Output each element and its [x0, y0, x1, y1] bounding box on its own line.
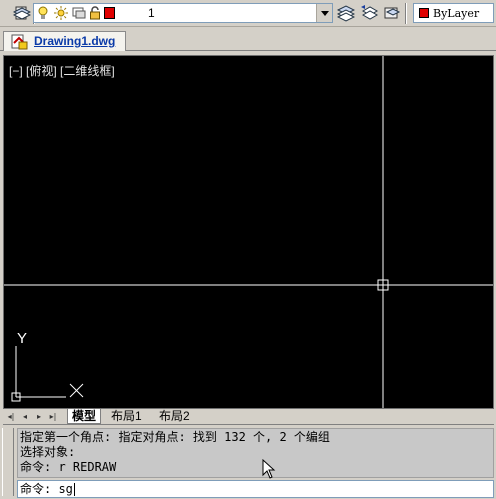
- layout-tab-bar: ◂| ◂ ▸ ▸| 模型 布局1 布局2: [3, 409, 494, 425]
- sun-icon[interactable]: [54, 6, 68, 23]
- layer-previous-icon[interactable]: [358, 3, 380, 23]
- chevron-down-icon[interactable]: [316, 4, 332, 22]
- layer-toolbar: 1 ByLayer: [0, 0, 496, 27]
- canvas-overlay: Y: [4, 56, 493, 408]
- toolbar-separator: [405, 3, 407, 24]
- lock-icon[interactable]: [89, 6, 101, 23]
- drawing-canvas[interactable]: Y [−] [俯视] [二维线框]: [3, 55, 494, 409]
- command-input-text: 命令: sg: [20, 482, 73, 496]
- ucs-icon: [11, 346, 84, 402]
- history-line: 命令: r REDRAW: [20, 460, 117, 474]
- layer-dropdown[interactable]: 1: [33, 3, 333, 23]
- mouse-pointer-icon: [262, 459, 276, 479]
- tab-model[interactable]: 模型: [67, 409, 102, 424]
- text-caret: [73, 483, 75, 496]
- layer-color-swatch: [104, 7, 115, 22]
- ucs-y-label: Y: [17, 330, 27, 347]
- first-tab-icon[interactable]: ◂|: [5, 410, 17, 423]
- make-current-layer-icon[interactable]: [335, 3, 357, 23]
- next-tab-icon[interactable]: ▸: [33, 410, 45, 423]
- command-input[interactable]: 命令: sg: [17, 480, 494, 498]
- document-tab-bar: Drawing1.dwg: [0, 27, 496, 51]
- layer-states-icon[interactable]: [381, 3, 403, 23]
- layer-color-fill: [104, 7, 115, 19]
- color-control-label: ByLayer: [433, 7, 480, 20]
- previous-tab-icon[interactable]: ◂: [19, 410, 31, 423]
- color-control-dropdown[interactable]: ByLayer: [413, 3, 494, 23]
- history-line: 指定第一个角点: 指定对角点: 找到 132 个, 2 个编组: [20, 430, 330, 444]
- layer-viewport-icon[interactable]: [72, 6, 86, 23]
- dwg-file-icon: [11, 34, 28, 53]
- document-tab[interactable]: Drawing1.dwg: [3, 31, 126, 51]
- command-window: 指定第一个角点: 指定对角点: 找到 132 个, 2 个编组 选择对象: 命令…: [0, 426, 496, 499]
- history-line: 选择对象:: [20, 445, 76, 459]
- current-layer-name: 1: [148, 6, 155, 20]
- viewport-controls-label[interactable]: [−] [俯视] [二维线框]: [9, 62, 115, 79]
- command-history: 指定第一个角点: 指定对角点: 找到 132 个, 2 个编组 选择对象: 命令…: [17, 428, 494, 478]
- lightbulb-icon[interactable]: [37, 6, 49, 23]
- last-tab-icon[interactable]: ▸|: [47, 410, 59, 423]
- command-window-grip[interactable]: [2, 428, 14, 496]
- tab-layout2[interactable]: 布局2: [155, 409, 194, 424]
- tab-layout1[interactable]: 布局1: [107, 409, 146, 424]
- color-swatch: [419, 8, 429, 18]
- document-tab-label: Drawing1.dwg: [34, 34, 116, 48]
- layer-properties-icon[interactable]: [11, 3, 33, 23]
